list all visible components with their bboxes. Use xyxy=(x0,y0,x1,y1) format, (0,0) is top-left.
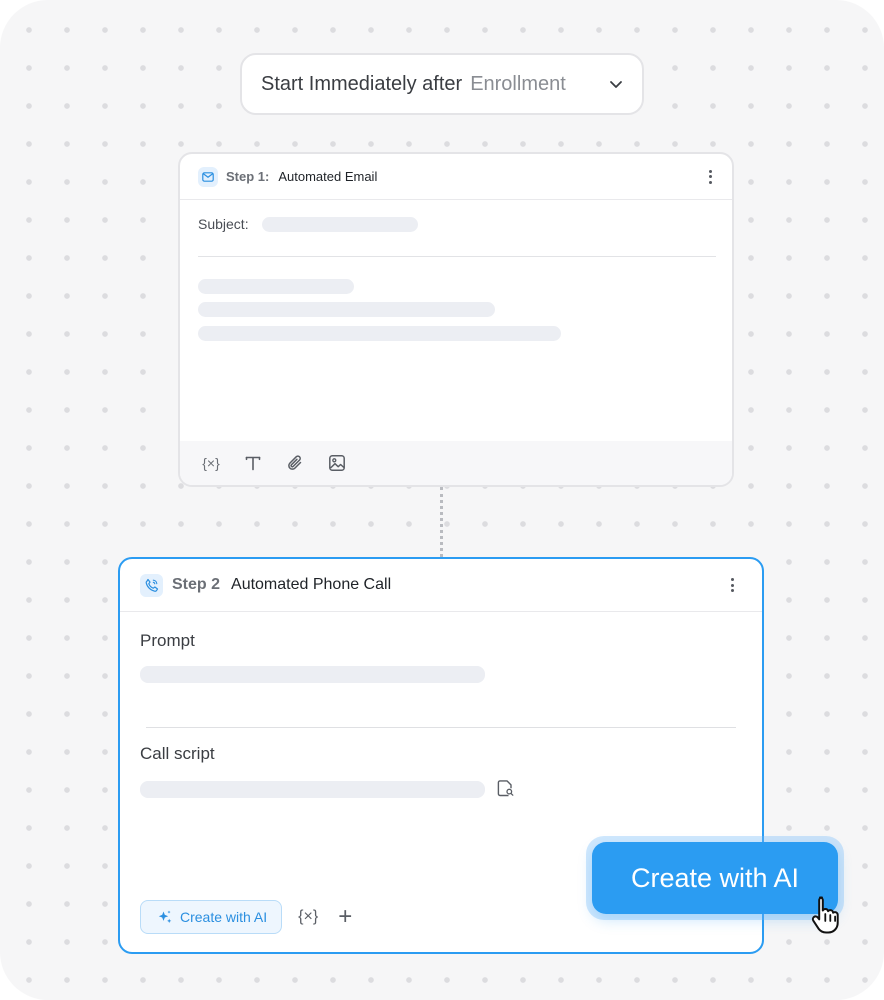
trigger-value: Enrollment xyxy=(470,72,566,95)
variable-icon[interactable]: {×} xyxy=(200,452,222,474)
chevron-down-icon xyxy=(608,76,624,92)
call-script-label: Call script xyxy=(140,744,215,763)
paperclip-icon[interactable] xyxy=(284,452,306,474)
workflow-canvas: Start Immediately after Enrollment Step … xyxy=(0,0,884,1000)
divider xyxy=(146,727,736,728)
step-2-toolbar: Create with AI {×} + xyxy=(140,900,352,934)
step-2-header: Step 2 Automated Phone Call xyxy=(120,559,762,612)
body-placeholder-line xyxy=(198,302,495,317)
trigger-dropdown[interactable]: Start Immediately after Enrollment xyxy=(240,53,644,115)
step-1-label: Step 1: xyxy=(226,169,270,184)
divider xyxy=(198,256,716,257)
phone-call-icon xyxy=(140,573,163,597)
create-with-ai-label: Create with AI xyxy=(180,909,268,925)
subject-label: Subject: xyxy=(198,216,249,232)
hand-pointer-icon xyxy=(810,894,844,939)
sparkle-icon xyxy=(157,909,173,925)
subject-placeholder[interactable] xyxy=(261,216,418,232)
step-1-card[interactable]: Step 1: Automated Email Subject: {×} xyxy=(178,152,734,487)
step-2-label: Step 2 xyxy=(172,576,221,593)
step-connector xyxy=(440,487,443,557)
text-format-icon[interactable] xyxy=(242,452,264,474)
document-search-icon[interactable] xyxy=(496,779,515,803)
prompt-placeholder[interactable] xyxy=(140,666,485,683)
mail-icon xyxy=(198,166,218,187)
step-1-header: Step 1: Automated Email xyxy=(180,154,732,200)
image-icon[interactable] xyxy=(326,452,348,474)
create-with-ai-button[interactable]: Create with AI xyxy=(140,900,283,934)
step-2-more-icon[interactable] xyxy=(726,578,738,592)
prompt-label: Prompt xyxy=(140,631,195,650)
create-with-ai-cta-button[interactable]: Create with AI xyxy=(592,842,838,914)
step-1-toolbar: {×} xyxy=(180,441,732,485)
trigger-label: Start Immediately after xyxy=(261,72,463,95)
step-1-title: Automated Email xyxy=(278,169,378,184)
step-1-more-icon[interactable] xyxy=(704,169,716,184)
body-placeholder-line xyxy=(198,279,354,294)
add-icon[interactable]: + xyxy=(338,903,352,931)
step-2-title: Automated Phone Call xyxy=(231,576,392,593)
call-script-placeholder[interactable] xyxy=(140,781,485,798)
body-placeholder-line xyxy=(198,326,561,341)
subject-row: Subject: xyxy=(198,216,418,232)
variable-icon[interactable]: {×} xyxy=(298,908,318,926)
